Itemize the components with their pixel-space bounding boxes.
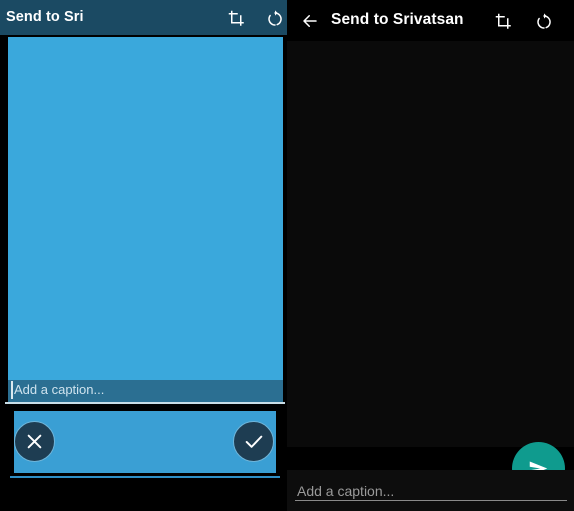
right-screenshot-panel: Send to Srivatsan Add a caption...	[287, 0, 574, 511]
crop-icon[interactable]	[495, 13, 513, 31]
right-caption-input[interactable]: Add a caption...	[287, 470, 574, 511]
left-caption-input[interactable]: Add a caption...	[8, 380, 283, 402]
right-caption-underline	[295, 500, 567, 501]
android-navigation-bar	[0, 478, 287, 511]
right-caption-placeholder: Add a caption...	[297, 483, 395, 499]
cancel-button[interactable]	[14, 421, 55, 462]
right-appbar-title: Send to Srivatsan	[331, 11, 464, 28]
left-appbar: Send to Sri	[0, 0, 287, 35]
accept-button[interactable]	[233, 421, 274, 462]
left-appbar-title: Send to Sri	[6, 9, 84, 25]
left-screenshot-panel: Send to Sri Add a caption...	[0, 0, 287, 511]
check-icon	[245, 435, 263, 448]
screenshot-root: Send to Sri Add a caption... Send to Sri…	[0, 0, 574, 511]
left-caption-underline	[5, 402, 285, 404]
rotate-icon[interactable]	[535, 13, 553, 31]
text-caret	[11, 381, 13, 399]
close-icon	[27, 434, 42, 449]
crop-icon[interactable]	[228, 10, 246, 28]
left-caption-placeholder: Add a caption...	[14, 382, 105, 397]
right-photo-preview[interactable]	[287, 41, 574, 447]
right-appbar: Send to Srivatsan	[287, 0, 574, 41]
left-photo-preview[interactable]	[8, 37, 283, 380]
rotate-icon[interactable]	[266, 10, 287, 28]
arrow-back-icon[interactable]	[300, 12, 320, 30]
